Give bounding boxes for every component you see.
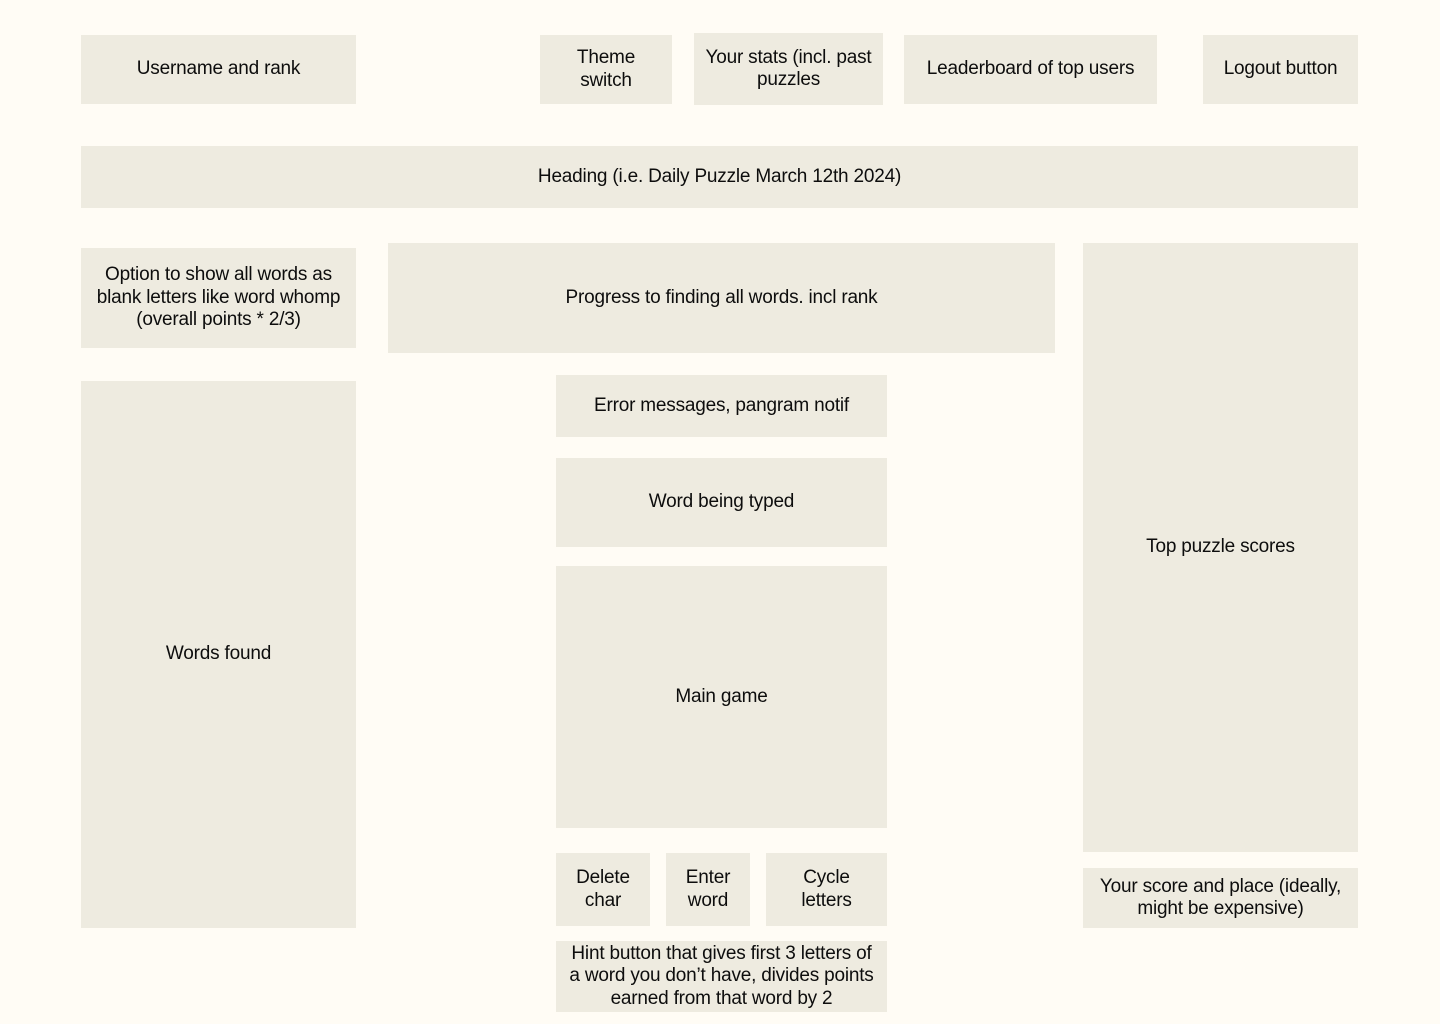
delete-char-button[interactable]: Delete char bbox=[556, 853, 650, 926]
logout-button-label: Logout button bbox=[1223, 58, 1338, 80]
top-puzzle-scores-block: Top puzzle scores bbox=[1083, 243, 1358, 852]
leaderboard-block[interactable]: Leaderboard of top users bbox=[904, 35, 1157, 104]
theme-switch-label: Theme switch bbox=[576, 47, 636, 91]
your-score-and-place-label: Your score and place (ideally, might be … bbox=[1099, 875, 1342, 919]
word-being-typed-block[interactable]: Word being typed bbox=[556, 458, 887, 547]
delete-char-label: Delete char bbox=[576, 867, 630, 911]
hint-button[interactable]: Hint button that gives first 3 letters o… bbox=[556, 941, 887, 1012]
word-being-typed-label: Word being typed bbox=[648, 491, 795, 513]
hint-button-label: Hint button that gives first 3 letters o… bbox=[569, 942, 874, 1009]
blank-letters-option-label: Option to show all words as blank letter… bbox=[96, 264, 341, 331]
wireframe-canvas: Username and rank Theme switch Your stat… bbox=[0, 0, 1440, 1024]
enter-word-button[interactable]: Enter word bbox=[666, 853, 750, 926]
progress-label: Progress to finding all words. incl rank bbox=[565, 286, 878, 308]
words-found-label: Words found bbox=[165, 643, 272, 665]
top-puzzle-scores-label: Top puzzle scores bbox=[1146, 536, 1295, 558]
blank-letters-option-block[interactable]: Option to show all words as blank letter… bbox=[81, 248, 356, 348]
main-game-label: Main game bbox=[675, 685, 768, 707]
error-messages-label: Error messages, pangram notif bbox=[593, 394, 850, 416]
words-found-block: Words found bbox=[81, 381, 356, 928]
progress-block: Progress to finding all words. incl rank bbox=[388, 243, 1055, 353]
page-heading-block: Heading (i.e. Daily Puzzle March 12th 20… bbox=[81, 146, 1358, 208]
error-messages-block: Error messages, pangram notif bbox=[556, 375, 887, 437]
logout-button-block[interactable]: Logout button bbox=[1203, 35, 1358, 104]
main-game-block[interactable]: Main game bbox=[556, 566, 887, 828]
your-score-and-place-block: Your score and place (ideally, might be … bbox=[1083, 868, 1358, 928]
username-and-rank-block[interactable]: Username and rank bbox=[81, 35, 356, 104]
page-title: Heading (i.e. Daily Puzzle March 12th 20… bbox=[537, 165, 902, 187]
leaderboard-label: Leaderboard of top users bbox=[926, 58, 1135, 80]
cycle-letters-label: Cycle letters bbox=[801, 867, 852, 911]
theme-switch-block[interactable]: Theme switch bbox=[540, 35, 672, 104]
username-and-rank-label: Username and rank bbox=[136, 58, 301, 80]
cycle-letters-button[interactable]: Cycle letters bbox=[766, 853, 887, 926]
enter-word-label: Enter word bbox=[685, 867, 731, 911]
your-stats-label: Your stats (incl. past puzzles bbox=[705, 46, 872, 90]
your-stats-block[interactable]: Your stats (incl. past puzzles bbox=[694, 33, 883, 105]
